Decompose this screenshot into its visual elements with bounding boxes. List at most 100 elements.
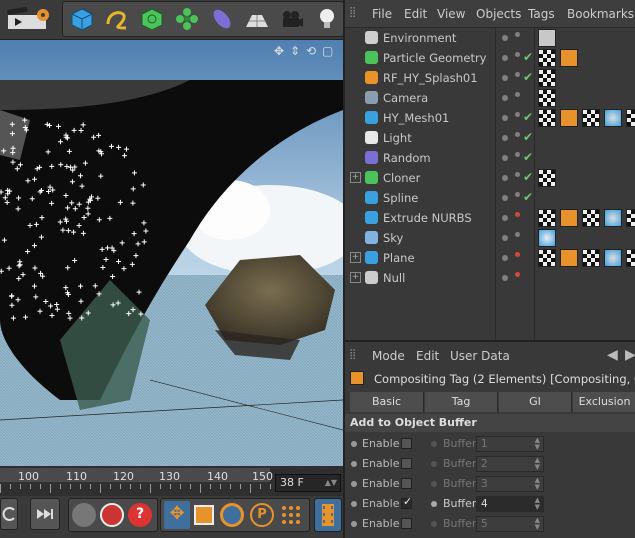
render-visibility-dot[interactable]	[515, 232, 520, 237]
spinner-icon[interactable]: ▲ ▼	[535, 517, 540, 531]
object-name[interactable]: Spline	[383, 191, 418, 205]
move-view-icon[interactable]: ✥	[274, 44, 284, 58]
object-row[interactable]: Spline ✔	[345, 188, 635, 208]
render-visibility-dot[interactable]	[515, 92, 520, 97]
render-visibility-dot[interactable]	[515, 132, 520, 137]
animate-dot[interactable]	[351, 461, 357, 467]
enabled-check-icon[interactable]: ✔	[523, 190, 533, 204]
object-name[interactable]: Random	[383, 151, 431, 165]
tab-basic[interactable]: Basic	[350, 392, 424, 412]
enabled-check-icon[interactable]: ✔	[523, 170, 533, 184]
object-name[interactable]: Sky	[383, 231, 403, 245]
editor-visibility-dot[interactable]	[502, 115, 508, 121]
object-tag-icon[interactable]	[538, 169, 556, 187]
object-tag-icon[interactable]	[560, 249, 578, 267]
render-visibility-dot[interactable]	[515, 272, 520, 277]
object-tag-icon[interactable]	[626, 209, 635, 227]
spline-icon[interactable]	[101, 3, 133, 35]
menu-bookmarks[interactable]: Bookmarks	[567, 7, 634, 21]
object-tag-icon[interactable]	[604, 109, 622, 127]
object-tag-icon[interactable]	[582, 209, 600, 227]
render-visibility-dot[interactable]	[515, 172, 520, 177]
menu-user-data[interactable]: User Data	[450, 349, 510, 363]
animate-dot[interactable]	[431, 521, 437, 527]
buffer-number-field[interactable]: 4 ▲ ▼	[476, 496, 544, 512]
object-tag-icon[interactable]	[538, 109, 556, 127]
render-visibility-dot[interactable]	[515, 192, 520, 197]
object-tag-icon[interactable]	[538, 29, 556, 47]
film-icon[interactable]	[314, 498, 342, 532]
animate-dot[interactable]	[431, 481, 437, 487]
grip-icon[interactable]: ⣿	[349, 349, 356, 360]
expand-icon[interactable]: +	[350, 252, 361, 263]
object-tag-icon[interactable]	[538, 49, 556, 67]
object-tag-icon[interactable]	[582, 109, 600, 127]
param-tool-icon[interactable]: P	[250, 503, 274, 527]
go-to-end-icon[interactable]	[30, 498, 60, 530]
current-frame-field[interactable]: 38 F ▲▼	[275, 474, 341, 492]
editor-visibility-dot[interactable]	[502, 35, 508, 41]
cloner-icon[interactable]	[171, 3, 203, 35]
enabled-check-icon[interactable]: ✔	[523, 70, 533, 84]
render-visibility-dot[interactable]	[515, 112, 520, 117]
expand-icon[interactable]: +	[350, 272, 361, 283]
render-visibility-dot[interactable]	[515, 152, 520, 157]
object-name[interactable]: Plane	[383, 251, 415, 265]
object-row[interactable]: Extrude NURBS	[345, 208, 635, 228]
spinner-icon[interactable]: ▲ ▼	[535, 437, 540, 451]
menu-objects[interactable]: Objects	[476, 7, 521, 21]
object-tag-icon[interactable]	[560, 109, 578, 127]
editor-visibility-dot[interactable]	[502, 95, 508, 101]
menu-mode[interactable]: Mode	[372, 349, 405, 363]
object-tag-icon[interactable]	[538, 249, 556, 267]
point-grid-icon[interactable]	[280, 504, 302, 526]
tab-gi[interactable]: GI	[499, 392, 572, 412]
object-row[interactable]: Light ✔	[345, 128, 635, 148]
editor-visibility-dot[interactable]	[502, 135, 508, 141]
object-name[interactable]: Light	[383, 131, 412, 145]
editor-visibility-dot[interactable]	[502, 75, 508, 81]
tab-exclusion[interactable]: Exclusion	[573, 392, 635, 412]
render-visibility-dot[interactable]	[515, 72, 520, 77]
object-name[interactable]: Camera	[383, 91, 428, 105]
buffer-number-field[interactable]: 5 ▲ ▼	[476, 516, 544, 532]
enabled-check-icon[interactable]: ✔	[523, 110, 533, 124]
deformer-icon[interactable]	[206, 3, 238, 35]
render-visibility-dot[interactable]	[515, 32, 520, 37]
back-arrow-icon[interactable]: ◀	[607, 347, 618, 363]
auto-key-icon[interactable]	[100, 503, 124, 527]
object-name[interactable]: Null	[383, 271, 405, 285]
timeline-track[interactable]	[0, 468, 270, 482]
render-settings-icon[interactable]	[22, 3, 54, 35]
enabled-check-icon[interactable]: ✔	[523, 130, 533, 144]
editor-visibility-dot[interactable]	[502, 215, 508, 221]
object-tag-icon[interactable]	[560, 209, 578, 227]
enable-checkbox[interactable]	[401, 458, 412, 469]
rotate-tool-icon[interactable]	[220, 503, 244, 527]
object-name[interactable]: Particle Geometry	[383, 51, 487, 65]
enable-checkbox[interactable]	[401, 478, 412, 489]
3d-viewport[interactable]: ✥ ⇕ ⟲ ▢	[0, 40, 343, 472]
rotate-view-icon[interactable]: ⟲	[306, 44, 316, 58]
object-tag-icon[interactable]	[604, 249, 622, 267]
spinner-icon[interactable]: ▲ ▼	[535, 497, 540, 511]
object-tag-icon[interactable]	[538, 89, 556, 107]
animate-dot[interactable]	[351, 441, 357, 447]
object-row[interactable]: + Plane	[345, 248, 635, 268]
menu-edit[interactable]: Edit	[404, 7, 427, 21]
move-tool-icon[interactable]: ✥	[164, 501, 190, 529]
object-tag-icon[interactable]	[560, 49, 578, 67]
object-row[interactable]: Random ✔	[345, 148, 635, 168]
scale-tool-icon[interactable]	[194, 505, 214, 525]
object-row[interactable]: Environment	[345, 28, 635, 48]
object-name[interactable]: Environment	[383, 31, 456, 45]
editor-visibility-dot[interactable]	[502, 175, 508, 181]
animate-dot[interactable]	[351, 501, 357, 507]
animate-dot[interactable]	[431, 461, 437, 467]
editor-visibility-dot[interactable]	[502, 235, 508, 241]
object-tag-icon[interactable]	[604, 209, 622, 227]
animate-dot[interactable]	[351, 481, 357, 487]
object-tag-icon[interactable]	[538, 69, 556, 87]
object-name[interactable]: RF_HY_Splash01	[383, 71, 478, 85]
menu-file[interactable]: File	[372, 7, 392, 21]
